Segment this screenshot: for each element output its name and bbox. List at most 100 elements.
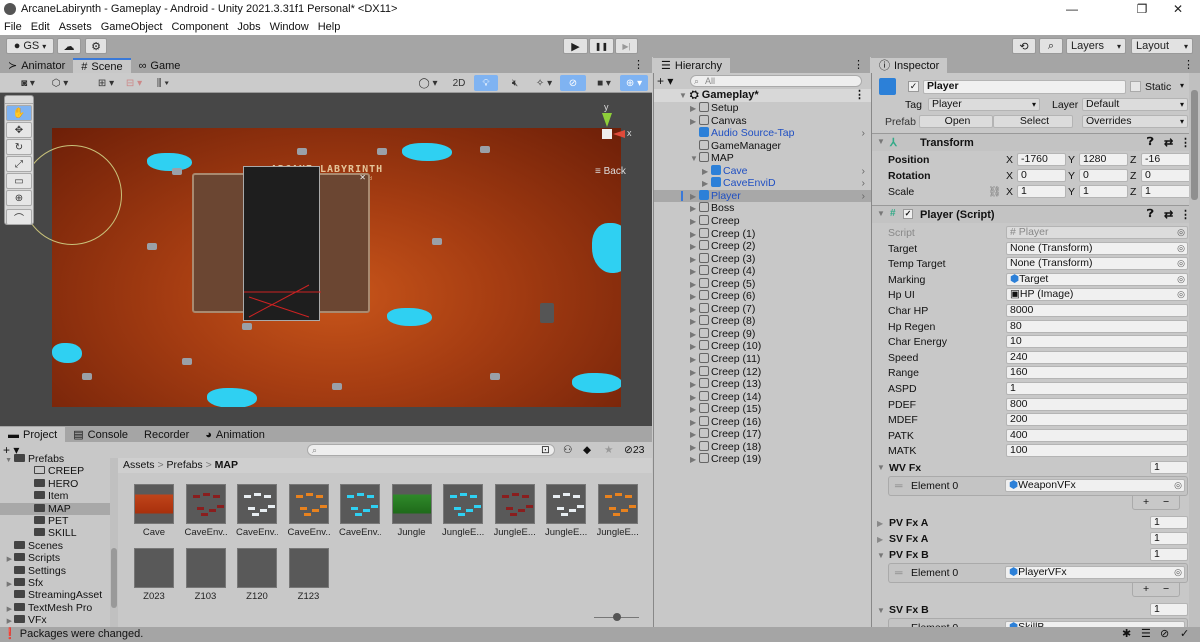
scene-root-gameplay[interactable]: ▼ ⛭ Gameplay* ⋮ [654,89,871,102]
prefab-overrides-dropdown[interactable]: Overrides ▾ [1082,115,1188,128]
tab-hierarchy[interactable]: ☰ Hierarchy [653,58,730,74]
hierarchy-item[interactable]: ▶ Creep (2) [654,240,871,253]
constrain-proportions-icon[interactable]: ⛓ [988,185,1001,198]
pv-fx-b-element-0-field[interactable]: ⬢PlayerVFx ◎ [1005,566,1185,579]
debug-icon[interactable]: ✱ [1122,627,1131,642]
align-dropdown[interactable]: ⫼ ▾ [150,75,176,91]
transform-component-header[interactable]: ▼ ⅄ Transform ❓︎ ⇄ ⋮ [872,133,1191,151]
asset-item[interactable]: Cave [133,484,175,538]
object-picker-icon[interactable]: ◎ [1174,567,1182,578]
remove-element-button[interactable]: − [1163,583,1169,595]
gizmos-dropdown[interactable]: ⊕ ▾ [620,75,648,91]
inspector-scroll-thumb[interactable] [1191,90,1198,200]
cache-server-icon[interactable]: ☰ [1141,627,1151,642]
asset-item[interactable]: JungleE... [494,484,536,538]
transform-scale-x-input[interactable]: 1 [1017,185,1066,198]
hierarchy-item[interactable]: ▶ Canvas [654,114,871,128]
temp-target-field[interactable]: None (Transform) ◎ [1006,257,1188,271]
asset-item[interactable]: Z123 [288,548,330,602]
wv-fx-label[interactable]: WV Fx [889,462,921,474]
transform-rotation-z-input[interactable]: 0 [1141,169,1192,182]
hierarchy-item[interactable]: GameManager [654,139,871,153]
object-name-input[interactable]: Player [923,80,1126,94]
gizmo-x-axis[interactable] [613,130,625,138]
hierarchy-item[interactable]: ▶ Creep (5) [654,277,871,291]
hierarchy-item[interactable]: ▶ Creep (14) [654,390,871,404]
tab-inspector[interactable]: ⓘ Inspector [871,58,948,74]
collab-settings-button[interactable]: ⚙ [85,38,107,54]
hierarchy-item[interactable]: ▶ Creep (10) [654,340,871,353]
hidden-packages-toggle[interactable]: ⊘23 [624,444,645,456]
sv-fx-b-size-input[interactable]: 1 [1150,603,1188,616]
project-folder-item[interactable]: HERO [0,478,110,491]
increment-snap-dropdown[interactable]: ⊟ ▾ [123,75,145,91]
hierarchy-item[interactable]: Audio Source-Tap › [654,127,871,140]
project-folder-item[interactable]: ▶ TextMesh Pro [0,602,110,615]
history-button[interactable]: ⟲ [1012,38,1036,54]
hierarchy-item[interactable]: ▶ Creep (11) [654,353,871,366]
transform-position-y-input[interactable]: 1280 [1079,153,1128,166]
auto-generate-lighting-icon[interactable]: ⊘ [1160,627,1169,642]
project-tree-scrollbar[interactable] [110,458,118,627]
tag-dropdown[interactable]: Player ▾ [928,98,1040,111]
zoom-slider-thumb[interactable] [612,613,621,621]
hierarchy-item[interactable]: ▶ Creep [654,214,871,228]
object-picker-icon[interactable]: ◎ [1177,243,1185,254]
transform-position-z-input[interactable]: -16 [1141,153,1192,166]
close-window-button[interactable]: ✕ [1156,0,1200,18]
add-element-button[interactable]: + [1143,583,1149,595]
rotate-tool[interactable]: ↻ [6,139,32,155]
wv-fx-element-0-field[interactable]: ⬢WeaponVFx ◎ [1005,479,1185,492]
account-dropdown[interactable]: ● GS ▾ [6,38,54,54]
matk-field[interactable]: 100 [1006,444,1188,458]
asset-item[interactable]: JungleE... [597,484,639,538]
hierarchy-item[interactable]: ▶ Creep (3) [654,252,871,266]
sv-fx-b-label[interactable]: SV Fx B [889,604,929,616]
hierarchy-item[interactable]: ▶ Creep (16) [654,415,871,429]
breadcrumb-map[interactable]: MAP [215,459,238,471]
project-folder-item[interactable]: PET [0,515,110,528]
project-folder-item[interactable]: ▶ VFx [0,614,110,627]
scene-visibility-toggle[interactable]: ⊘ [560,75,586,91]
hierarchy-search-input[interactable]: ⌕ All [690,75,862,87]
project-folder-item[interactable]: ▶ Sfx [0,577,110,590]
tab-project[interactable]: ▬ Project [0,427,66,443]
hierarchy-item[interactable]: ▶ Creep (7) [654,302,871,316]
hierarchy-item[interactable]: ▶ Creep (1) [654,227,871,241]
hierarchy-item[interactable]: ▶ Creep (17) [654,428,871,441]
search-by-label-icon[interactable]: ⚇ [563,444,572,456]
marking-field[interactable]: ⬢Target ◎ [1006,272,1188,286]
transform-position-x-input[interactable]: -1760 [1017,153,1066,166]
sv-fx-a-size-input[interactable]: 1 [1150,532,1188,545]
asset-item[interactable]: Z023 [133,548,175,602]
scale-tool[interactable]: ⤢ [6,156,32,172]
speed-field[interactable]: 240 [1006,350,1188,364]
search-by-type-icon[interactable]: ⊡ [541,444,550,456]
breadcrumb-prefabs[interactable]: Prefabs [167,459,203,471]
menu-edit[interactable]: Edit [31,21,50,33]
create-button[interactable]: + ▾ [657,74,673,88]
favorite-star-icon[interactable]: ★ [604,444,613,456]
tab-console[interactable]: ▤ Console [65,427,136,443]
asset-item[interactable]: JungleE... [545,484,587,538]
transform-rotation-y-input[interactable]: 0 [1079,169,1128,182]
more-options-icon[interactable]: ⋮ [853,58,864,71]
cloud-button[interactable]: ☁ [57,38,81,54]
2d-toggle[interactable]: 2D [447,75,471,91]
render-mode-dropdown[interactable]: ⬡ ▾ [47,75,73,91]
draw-mode-dropdown[interactable]: ◙ ▾ [14,75,42,91]
menu-help[interactable]: Help [318,21,341,33]
player-script-header[interactable]: ▼ # ✓ Player (Script) ❓︎ ⇄ ⋮ [872,205,1191,223]
audio-toggle[interactable]: 🔇︎ [503,75,527,91]
transform-rotation-x-input[interactable]: 0 [1017,169,1066,182]
transform-scale-y-input[interactable]: 1 [1079,185,1128,198]
asset-item[interactable]: JungleE... [442,484,484,538]
preset-icon[interactable]: ⇄ [1164,136,1173,149]
progress-check-icon[interactable]: ✓ [1180,627,1189,642]
hierarchy-item[interactable]: ▶ CaveEnviD › [654,177,871,190]
menu-component[interactable]: Component [171,21,228,33]
hierarchy-item[interactable]: ▶ Creep (13) [654,378,871,391]
drag-handle-icon[interactable]: ═ [895,480,902,492]
minimize-button[interactable]: — [1050,0,1094,18]
asset-item[interactable]: CaveEnv... [185,484,227,538]
